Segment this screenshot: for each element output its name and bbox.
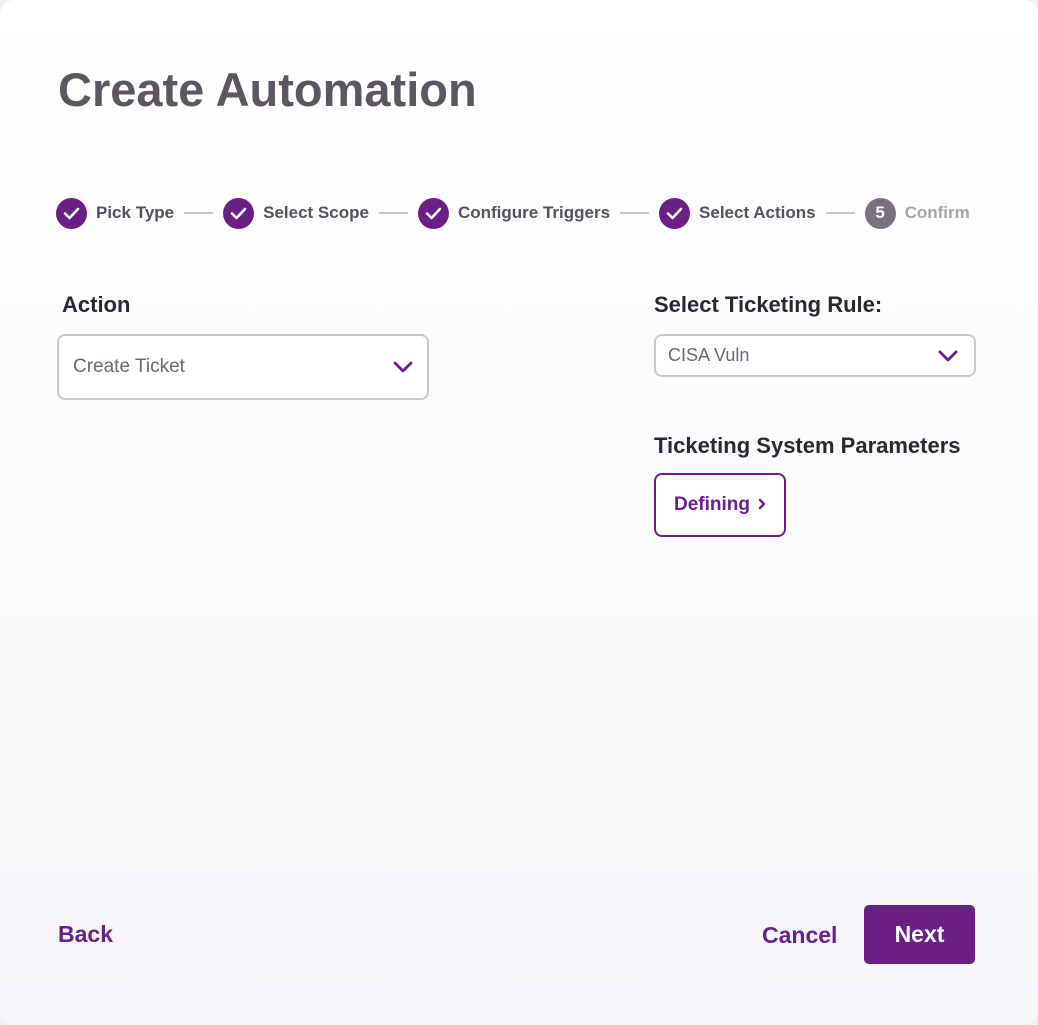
check-icon <box>659 197 691 229</box>
action-label: Action <box>62 292 131 317</box>
ticketing-rule-label: Select Ticketing Rule: <box>654 292 883 317</box>
action-select[interactable]: Create Ticket <box>57 334 429 400</box>
check-icon <box>223 197 255 229</box>
ticketing-rule-select[interactable]: CISA Vuln <box>654 334 976 377</box>
step-label: Select Scope <box>263 203 369 222</box>
defining-button-label: Defining <box>674 494 750 515</box>
step-confirm: 5 Confirm <box>864 197 970 229</box>
action-select-value: Create Ticket <box>73 356 185 377</box>
step-configure-triggers: Configure Triggers <box>417 197 611 229</box>
step-label: Pick Type <box>96 203 175 222</box>
step-connector <box>825 212 855 214</box>
next-button[interactable]: Next <box>864 905 975 964</box>
step-number-badge: 5 <box>864 197 896 229</box>
page-title: Create Automation <box>58 63 477 116</box>
chevron-down-icon <box>938 350 958 362</box>
step-select-actions: Select Actions <box>659 197 816 229</box>
params-label: Ticketing System Parameters <box>654 433 961 458</box>
ticketing-rule-value: CISA Vuln <box>668 345 750 365</box>
chevron-right-icon <box>758 494 766 516</box>
step-select-scope: Select Scope <box>223 197 369 229</box>
back-button[interactable]: Back <box>58 921 113 948</box>
step-connector <box>184 212 214 214</box>
step-label: Select Actions <box>699 203 816 222</box>
defining-button[interactable]: Defining <box>654 473 786 537</box>
step-label: Confirm <box>904 203 970 222</box>
chevron-down-icon <box>393 361 413 373</box>
cancel-button[interactable]: Cancel <box>762 922 837 949</box>
step-pick-type: Pick Type <box>56 197 175 229</box>
create-automation-dialog: Create Automation Pick Type Select Scope… <box>0 0 1038 1025</box>
step-connector <box>378 212 408 214</box>
step-label: Configure Triggers <box>457 203 611 222</box>
check-icon <box>417 197 449 229</box>
stepper: Pick Type Select Scope Configure Trigger… <box>56 196 986 230</box>
check-icon <box>56 197 87 229</box>
step-connector <box>620 212 650 214</box>
